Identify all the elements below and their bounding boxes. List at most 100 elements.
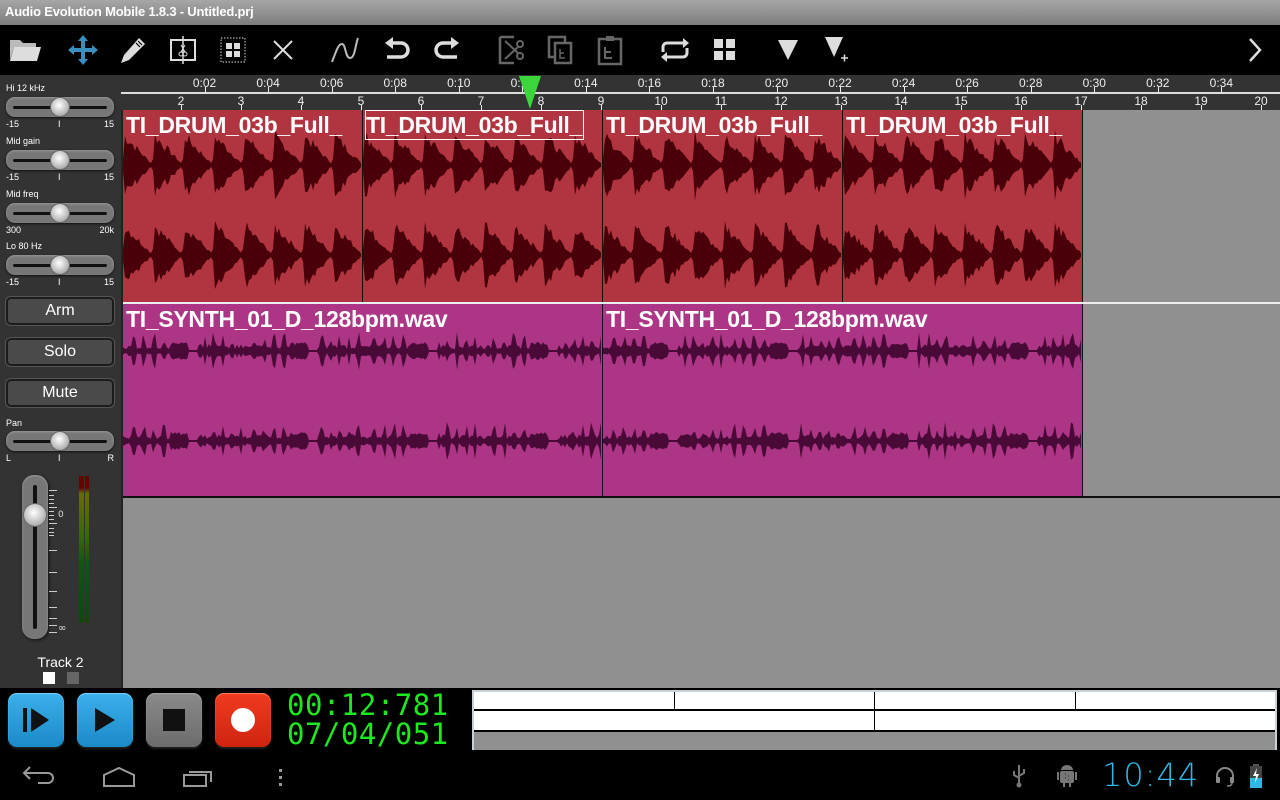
audio-clip[interactable]: TI_DRUM_03b_Full_ [603, 110, 843, 302]
slider-knob[interactable] [50, 255, 70, 275]
audio-clip[interactable]: TI_DRUM_03b_Full_ [123, 110, 363, 302]
add-marker-button[interactable] [818, 30, 858, 70]
fader-scale-tick [49, 495, 54, 496]
loop-button[interactable] [655, 30, 695, 70]
select-tool-button[interactable] [213, 30, 253, 70]
recent-apps-button[interactable] [182, 768, 216, 792]
split-scissors-icon [170, 36, 196, 64]
folder-icon [10, 40, 41, 61]
copy-button[interactable] [540, 30, 580, 70]
fader-scale-tick [49, 607, 57, 608]
scale-min: 300 [6, 225, 22, 235]
slider-knob[interactable] [50, 203, 70, 223]
play-from-start-button[interactable] [8, 693, 64, 747]
marker-add-icon [825, 37, 848, 62]
copy-icon [547, 35, 573, 65]
eq-label: Hi 12 kHz [6, 83, 46, 93]
track-lane-synth-track[interactable]: TI_SYNTH_01_D_128bpm.wav TI_SYNTH_01_D_12… [123, 304, 1280, 498]
grid-cell[interactable] [875, 692, 1076, 709]
marker-grid[interactable] [472, 690, 1277, 752]
redo-button[interactable] [427, 30, 467, 70]
grid-cell[interactable] [474, 711, 875, 730]
time-tick [1094, 87, 1096, 92]
play-button[interactable] [77, 693, 133, 747]
grid-row [474, 692, 1275, 711]
playhead-marker[interactable] [519, 76, 541, 109]
waveform-channel [123, 332, 601, 370]
slider-knob[interactable] [50, 150, 70, 170]
waveform-channel [603, 332, 1081, 370]
audio-clip[interactable]: TI_DRUM_03b_Full_ [843, 110, 1083, 302]
pan-slider[interactable] [6, 431, 114, 451]
track-color-white[interactable] [43, 672, 55, 684]
fader-scale-tick [49, 632, 57, 633]
track-lane-drum-track[interactable]: TI_DRUM_03b_Full_ TI_DRUM_03b_Full_ TI_DRU… [123, 110, 1280, 304]
open-folder-button[interactable] [5, 30, 45, 70]
track-mixer-panel: Hi 12 kHz -15 I 15 Mid gain -15 I 15 Mid freq 300… [0, 75, 121, 688]
scale-max: 15 [103, 277, 114, 287]
more-button[interactable] [1235, 30, 1275, 70]
audio-clip[interactable]: TI_SYNTH_01_D_128bpm.wav [603, 304, 1083, 496]
fader-knob[interactable] [23, 503, 47, 527]
timeline-ruler[interactable]: 0:02 0:04 0:06 0:08 0:10 0:12 0:14 0:16 0:18 0:20… [120, 75, 1280, 110]
clip-name: TI_SYNTH_01_D_128bpm.wav [126, 306, 448, 332]
tracks-area[interactable]: TI_DRUM_03b_Full_ TI_DRUM_03b_Full_ TI_DRU… [121, 110, 1280, 688]
paste-button[interactable] [590, 30, 630, 70]
redo-icon [434, 37, 459, 59]
fader-scale-tick [49, 618, 57, 619]
eq-slider[interactable] [6, 255, 114, 275]
move-tool-button[interactable] [63, 30, 103, 70]
volume-fader[interactable] [22, 475, 48, 639]
eq-slider[interactable] [6, 203, 114, 223]
menu-button[interactable] [278, 768, 284, 792]
scale-max: 15 [103, 172, 114, 182]
toolbar [0, 25, 1280, 75]
slider-knob[interactable] [50, 97, 70, 117]
slider-knob[interactable] [50, 431, 70, 451]
grid-cell[interactable] [675, 692, 875, 709]
delete-button[interactable] [263, 30, 303, 70]
scale-max: R [107, 453, 115, 463]
fader-scale-tick [49, 591, 57, 592]
time-tick [776, 87, 778, 92]
clip-name: TI_SYNTH_01_D_128bpm.wav [606, 306, 928, 332]
battery-charging-icon [1250, 764, 1262, 788]
clip-name: TI_DRUM_03b_Full_ [846, 112, 1063, 138]
back-button[interactable] [22, 765, 56, 791]
home-button[interactable] [102, 766, 136, 792]
split-tool-button[interactable] [163, 30, 203, 70]
arm-button[interactable]: Arm [6, 297, 114, 325]
grid-cell[interactable] [875, 711, 1275, 730]
pencil-tool-button[interactable] [113, 30, 153, 70]
fader-zero-label: 0 [58, 510, 64, 520]
undo-button[interactable] [377, 30, 417, 70]
audio-clip[interactable]: TI_SYNTH_01_D_128bpm.wav [123, 304, 603, 496]
grid-cell[interactable] [1076, 692, 1276, 709]
pan-label: Pan [6, 418, 23, 428]
fader-scale-tick [49, 511, 54, 512]
mute-button[interactable]: Mute [6, 379, 114, 407]
audio-clip[interactable]: TI_DRUM_03b_Full_ [363, 110, 603, 302]
eq-slider[interactable] [6, 97, 114, 117]
stop-button[interactable] [146, 693, 202, 747]
record-button[interactable] [215, 693, 271, 747]
time-tick [967, 87, 969, 92]
scale-mid: I [58, 277, 61, 287]
time-tick [649, 87, 651, 92]
marker-button[interactable] [768, 30, 808, 70]
cut-button[interactable] [492, 30, 532, 70]
paste-icon [597, 36, 623, 66]
envelope-tool-button[interactable] [325, 30, 365, 70]
fader-scale-tick [49, 532, 54, 533]
battery-status [1249, 763, 1263, 793]
solo-button[interactable]: Solo [6, 338, 114, 366]
scale-max: 15 [103, 119, 114, 129]
grid-button[interactable] [705, 30, 745, 70]
eq-scale: 300 20k [6, 225, 114, 236]
grid-cell[interactable] [474, 692, 675, 709]
scale-mid: I [58, 119, 61, 129]
track-color-gray[interactable] [67, 672, 79, 684]
eq-slider[interactable] [6, 150, 114, 170]
usb-status [1012, 764, 1026, 792]
play-icon [95, 708, 115, 732]
